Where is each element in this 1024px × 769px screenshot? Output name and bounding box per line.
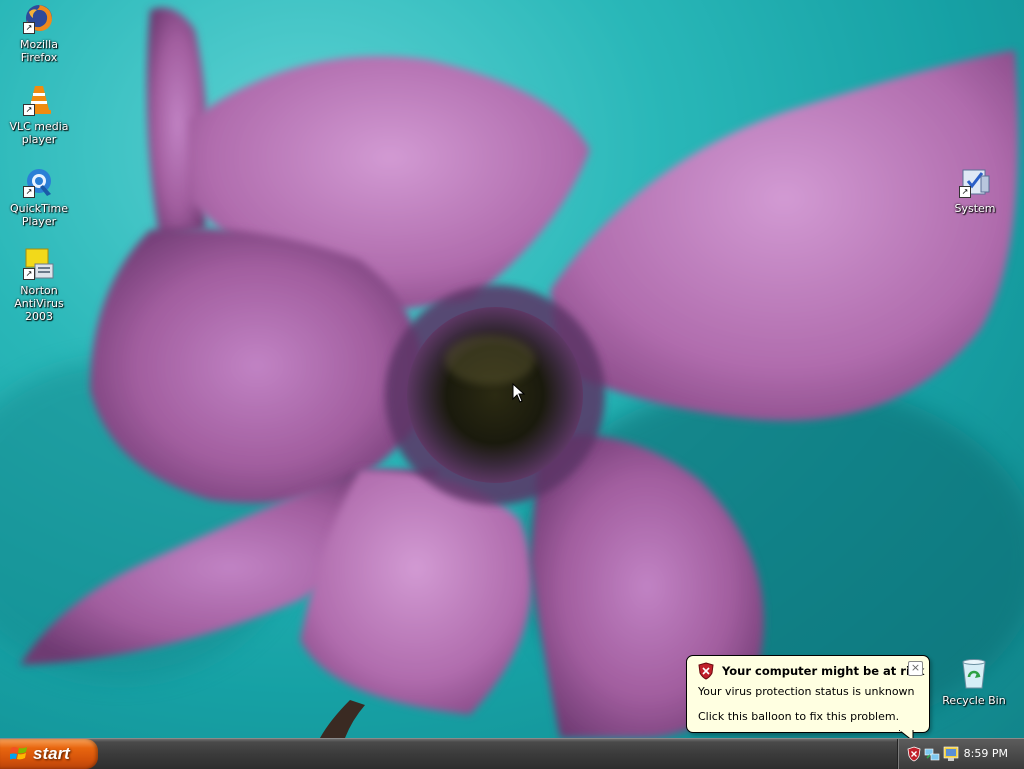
desktop-icon-system[interactable]: ↗ System <box>937 166 1013 215</box>
network-icon[interactable] <box>924 746 940 762</box>
balloon-tail <box>899 730 914 738</box>
desktop-icon-label: VLC media player <box>9 120 69 146</box>
security-shield-icon <box>698 662 714 683</box>
desktop-icon-label: Recycle Bin <box>942 694 1006 707</box>
vlc-icon: ↗ <box>23 84 55 116</box>
mouse-cursor-icon <box>512 383 526 403</box>
balloon-message: Your virus protection status is unknown <box>698 685 915 698</box>
balloon-title: Your computer might be at risk <box>722 664 925 678</box>
quicktime-icon: ↗ <box>23 166 55 198</box>
start-label: start <box>33 744 70 763</box>
desktop-icon-recycle-bin[interactable]: Recycle Bin <box>936 658 1012 707</box>
wallpaper-flower <box>0 0 1024 738</box>
system-tray: 8:59 PM <box>897 739 1024 769</box>
desktop-icon-label: Mozilla Firefox <box>20 38 58 64</box>
display-icon[interactable] <box>943 746 959 762</box>
balloon-action-text[interactable]: Click this balloon to fix this problem. <box>698 710 899 723</box>
desktop-icon-firefox[interactable]: ↗ Mozilla Firefox <box>1 2 77 64</box>
taskbar: start 8:59 PM <box>0 738 1024 769</box>
system-icon: ↗ <box>959 166 991 198</box>
norton-icon: ↗ <box>23 248 55 280</box>
recycle-bin-icon <box>958 658 990 690</box>
desktop-icon-norton[interactable]: ↗ Norton AntiVirus 2003 <box>1 248 77 323</box>
desktop-icon-quicktime[interactable]: ↗ QuickTime Player <box>1 166 77 228</box>
desktop[interactable]: ↗ Mozilla Firefox ↗ VLC media player ↗ Q… <box>0 0 1024 738</box>
start-button[interactable]: start <box>0 739 98 769</box>
balloon-close-button[interactable]: × <box>908 661 923 676</box>
desktop-icon-label: System <box>954 202 996 215</box>
desktop-icon-vlc[interactable]: ↗ VLC media player <box>1 84 77 146</box>
security-balloon[interactable]: Your computer might be at risk × Your vi… <box>686 655 930 733</box>
taskbar-clock[interactable]: 8:59 PM <box>964 747 1008 760</box>
windows-logo-icon <box>9 746 28 767</box>
security-shield-icon[interactable] <box>906 746 922 762</box>
desktop-icon-label: QuickTime Player <box>9 202 69 228</box>
desktop-icon-label: Norton AntiVirus 2003 <box>14 284 64 323</box>
firefox-icon: ↗ <box>23 2 55 34</box>
